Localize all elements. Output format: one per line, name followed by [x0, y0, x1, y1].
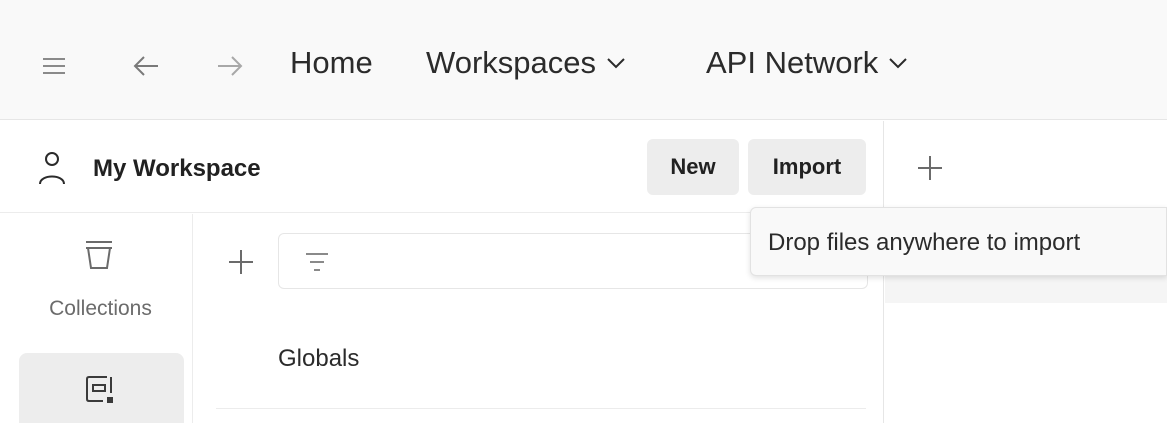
- chevron-down-icon: [606, 57, 626, 69]
- sidebar-item-environments[interactable]: [19, 353, 184, 423]
- import-tooltip: Drop files anywhere to import: [750, 207, 1167, 276]
- arrow-left-icon[interactable]: [128, 48, 164, 84]
- chevron-down-icon: [888, 57, 908, 69]
- nav-workspaces-label: Workspaces: [426, 45, 596, 80]
- sidebar-item-label: Collections: [49, 297, 152, 320]
- filter-icon[interactable]: [304, 250, 330, 274]
- nav-home-label: Home: [290, 45, 373, 80]
- top-navigation-bar: Home Workspaces API Network: [0, 0, 1167, 120]
- list-item-globals[interactable]: Globals: [216, 323, 866, 409]
- environment-icon: [83, 373, 117, 407]
- workspace-header: My Workspace New Import: [0, 121, 884, 213]
- tab-strip: [885, 121, 1167, 213]
- user-icon: [36, 150, 68, 186]
- nav-workspaces-dropdown[interactable]: Workspaces: [426, 45, 626, 81]
- nav-api-network-dropdown[interactable]: API Network: [706, 45, 908, 81]
- new-tab-plus-icon[interactable]: [915, 153, 945, 183]
- import-button[interactable]: Import: [748, 139, 866, 195]
- nav-home[interactable]: Home: [290, 45, 373, 81]
- sidebar-item-collections[interactable]: Collections: [0, 214, 193, 344]
- sidebar-rail: Collections: [0, 214, 193, 423]
- trash-collections-icon: [84, 239, 114, 271]
- list-item-label: Globals: [278, 345, 360, 372]
- nav-api-network-label: API Network: [706, 45, 879, 80]
- new-button[interactable]: New: [647, 139, 739, 195]
- hamburger-menu-icon[interactable]: [36, 48, 72, 84]
- arrow-right-icon[interactable]: [212, 48, 248, 84]
- add-plus-icon[interactable]: [227, 248, 255, 276]
- workspace-title[interactable]: My Workspace: [93, 155, 261, 183]
